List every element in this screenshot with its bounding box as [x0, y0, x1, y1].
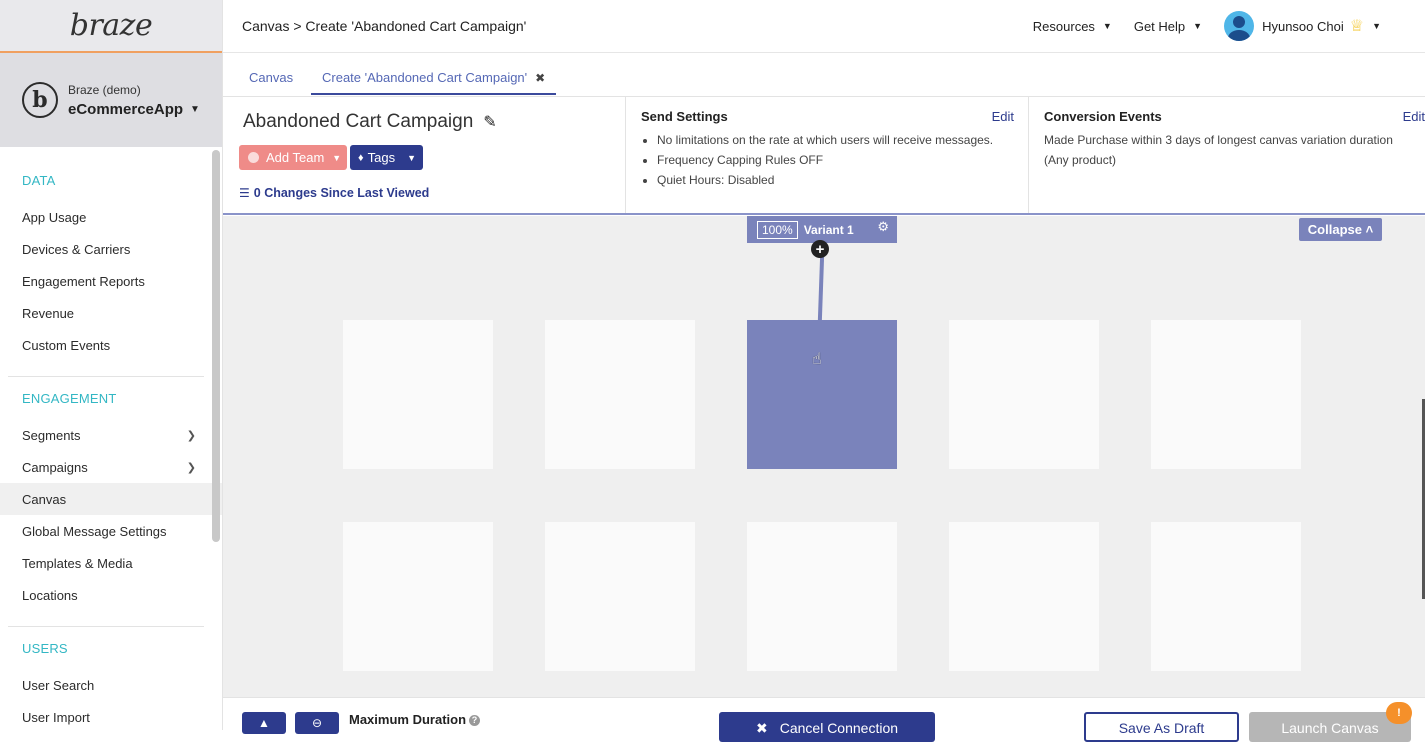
send-settings-edit-link[interactable]: Edit	[992, 109, 1014, 124]
canvas-drop-slot[interactable]	[545, 522, 695, 671]
sidebar-item-locations[interactable]: Locations	[0, 579, 222, 611]
sidebar-scrollbar[interactable]	[212, 150, 220, 542]
canvas-drop-slot[interactable]	[343, 522, 493, 671]
zoom-out-button[interactable]: ⊖	[295, 712, 339, 734]
tags-button[interactable]: ♦ Tags ▼	[350, 145, 423, 170]
cancel-connection-button[interactable]: ✖ Cancel Connection	[719, 712, 935, 742]
globe-icon	[248, 152, 259, 163]
nav-section-engagement: ENGAGEMENT	[22, 391, 117, 406]
caret-down-icon: ▼	[407, 152, 417, 163]
canvas-header: Abandoned Cart Campaign ✎ Add Team ▼ ♦ T…	[223, 97, 1425, 215]
sidebar-nav: DATA App Usage Devices & Carriers Engage…	[0, 147, 222, 730]
max-duration-label: Maximum Duration?	[349, 712, 481, 727]
sidebar-item-canvas[interactable]: Canvas	[0, 483, 222, 515]
braze-logo[interactable]: braze	[70, 8, 153, 43]
divider	[8, 626, 204, 627]
app-logo-icon: b	[22, 82, 58, 118]
conversion-events: Conversion Events Edit Made Purchase wit…	[1029, 97, 1425, 213]
chevron-down-icon: ▼	[190, 103, 200, 115]
chevron-down-icon: ▼	[1193, 21, 1203, 31]
expand-up-button[interactable]: ▲	[242, 712, 286, 734]
close-icon: ✖	[755, 720, 768, 736]
sidebar-item-app-usage[interactable]: App Usage	[0, 201, 222, 233]
chevron-up-icon: ▲	[258, 716, 270, 730]
send-settings: Send Settings Edit No limitations on the…	[626, 97, 1029, 213]
campaign-info: Abandoned Cart Campaign ✎ Add Team ▼ ♦ T…	[223, 97, 626, 213]
sidebar-item-global-message-settings[interactable]: Global Message Settings	[0, 515, 222, 547]
nav-section-users: USERS	[22, 641, 68, 656]
resources-menu[interactable]: Resources ▼	[1033, 19, 1112, 34]
chevron-down-icon: ▼	[1102, 21, 1112, 31]
user-name: Hyunsoo Choi	[1262, 18, 1344, 34]
topbar: Canvas > Create 'Abandoned Cart Campaign…	[223, 0, 1425, 53]
crown-icon: ♕	[1349, 18, 1365, 35]
conversion-events-text: Made Purchase within 3 days of longest c…	[1044, 133, 1393, 167]
tab-bar: Canvas Create 'Abandoned Cart Campaign' ✖	[223, 53, 1425, 97]
send-settings-list: No limitations on the rate at which user…	[657, 130, 993, 190]
list-icon: ☰	[239, 186, 250, 200]
add-team-button[interactable]: Add Team ▼	[239, 145, 347, 170]
canvas-drop-slot[interactable]	[949, 522, 1099, 671]
app-company: Braze (demo)	[68, 82, 141, 97]
page-title: Abandoned Cart Campaign ✎	[243, 111, 497, 132]
connection-line	[817, 256, 825, 320]
help-icon[interactable]: ?	[469, 715, 481, 726]
chevron-down-icon: ▼	[1372, 21, 1381, 31]
sidebar-item-templates-media[interactable]: Templates & Media	[0, 547, 222, 579]
gear-icon[interactable]: ⚙	[877, 219, 889, 235]
canvas-drop-slot[interactable]	[343, 320, 493, 469]
canvas-drop-slot[interactable]	[747, 522, 897, 671]
sidebar-item-campaigns[interactable]: Campaigns ❯	[0, 451, 222, 483]
help-menu[interactable]: Get Help ▼	[1134, 19, 1202, 34]
canvas-drop-slot[interactable]	[1151, 320, 1301, 469]
nav-section-data: DATA	[22, 173, 56, 188]
tag-icon: ♦	[358, 151, 364, 164]
sidebar-item-revenue[interactable]: Revenue	[0, 297, 222, 329]
breadcrumb: Canvas > Create 'Abandoned Cart Campaign…	[242, 18, 527, 34]
sidebar-item-segments[interactable]: Segments ❯	[0, 419, 222, 451]
app-name[interactable]: eCommerceApp ▼	[68, 101, 200, 118]
sidebar-item-user-search[interactable]: User Search	[0, 669, 222, 701]
list-item: No limitations on the rate at which user…	[657, 130, 993, 150]
save-draft-button[interactable]: Save As Draft	[1084, 712, 1239, 742]
collapse-button[interactable]: Collapse ˄	[1299, 218, 1382, 241]
minus-icon: ⊖	[311, 716, 323, 730]
divider	[8, 376, 204, 377]
send-settings-title: Send Settings	[641, 109, 728, 124]
tab-create-campaign[interactable]: Create 'Abandoned Cart Campaign' ✖	[311, 70, 557, 95]
variant-name: Variant 1	[803, 222, 854, 237]
changes-link[interactable]: ☰ 0 Changes Since Last Viewed	[239, 186, 429, 200]
canvas-drop-slot[interactable]	[545, 320, 695, 469]
canvas-drop-slot-selected[interactable]	[747, 320, 897, 469]
variant-percent: 100%	[757, 220, 798, 239]
app-switcher[interactable]: b Braze (demo) eCommerceApp ▼	[0, 53, 222, 147]
avatar	[1224, 11, 1255, 41]
sidebar-item-devices-carriers[interactable]: Devices & Carriers	[0, 233, 222, 265]
user-menu[interactable]: Hyunsoo Choi ♕ ▼	[1224, 11, 1381, 41]
canvas-drop-slot[interactable]	[949, 320, 1099, 469]
chevron-right-icon: ❯	[186, 429, 196, 442]
footer-bar: ▲ ⊖ Maximum Duration? ✖ Cancel Connection…	[223, 697, 1425, 742]
conversion-events-edit-link[interactable]: Edit	[1403, 109, 1425, 124]
pencil-icon[interactable]: ✎	[483, 112, 496, 132]
tab-canvas[interactable]: Canvas	[249, 70, 293, 85]
canvas-drop-slot[interactable]	[1151, 522, 1301, 671]
variant-header[interactable]: 100% Variant 1 ⚙	[747, 216, 897, 243]
warning-icon[interactable]: !	[1386, 702, 1412, 724]
chevron-right-icon: ❯	[186, 461, 196, 474]
logo-area: braze	[0, 0, 222, 53]
hand-cursor-icon: ☝	[812, 351, 822, 368]
sidebar-item-custom-events[interactable]: Custom Events	[0, 329, 222, 361]
canvas-workspace[interactable]: 100% Variant 1 ⚙ + Collapse ˄ ☝	[223, 216, 1425, 697]
close-icon[interactable]: ✖	[535, 71, 545, 85]
sidebar-item-engagement-reports[interactable]: Engagement Reports	[0, 265, 222, 297]
sidebar: braze b Braze (demo) eCommerceApp ▼ DATA …	[0, 0, 223, 730]
list-item: Quiet Hours: Disabled	[657, 170, 993, 190]
list-item: Frequency Capping Rules OFF	[657, 150, 993, 170]
chevron-up-icon: ˄	[1365, 222, 1374, 237]
caret-down-icon: ▼	[332, 152, 342, 163]
sidebar-item-user-import[interactable]: User Import	[0, 701, 222, 730]
conversion-events-title: Conversion Events	[1044, 109, 1162, 124]
plus-icon[interactable]: +	[811, 240, 829, 258]
